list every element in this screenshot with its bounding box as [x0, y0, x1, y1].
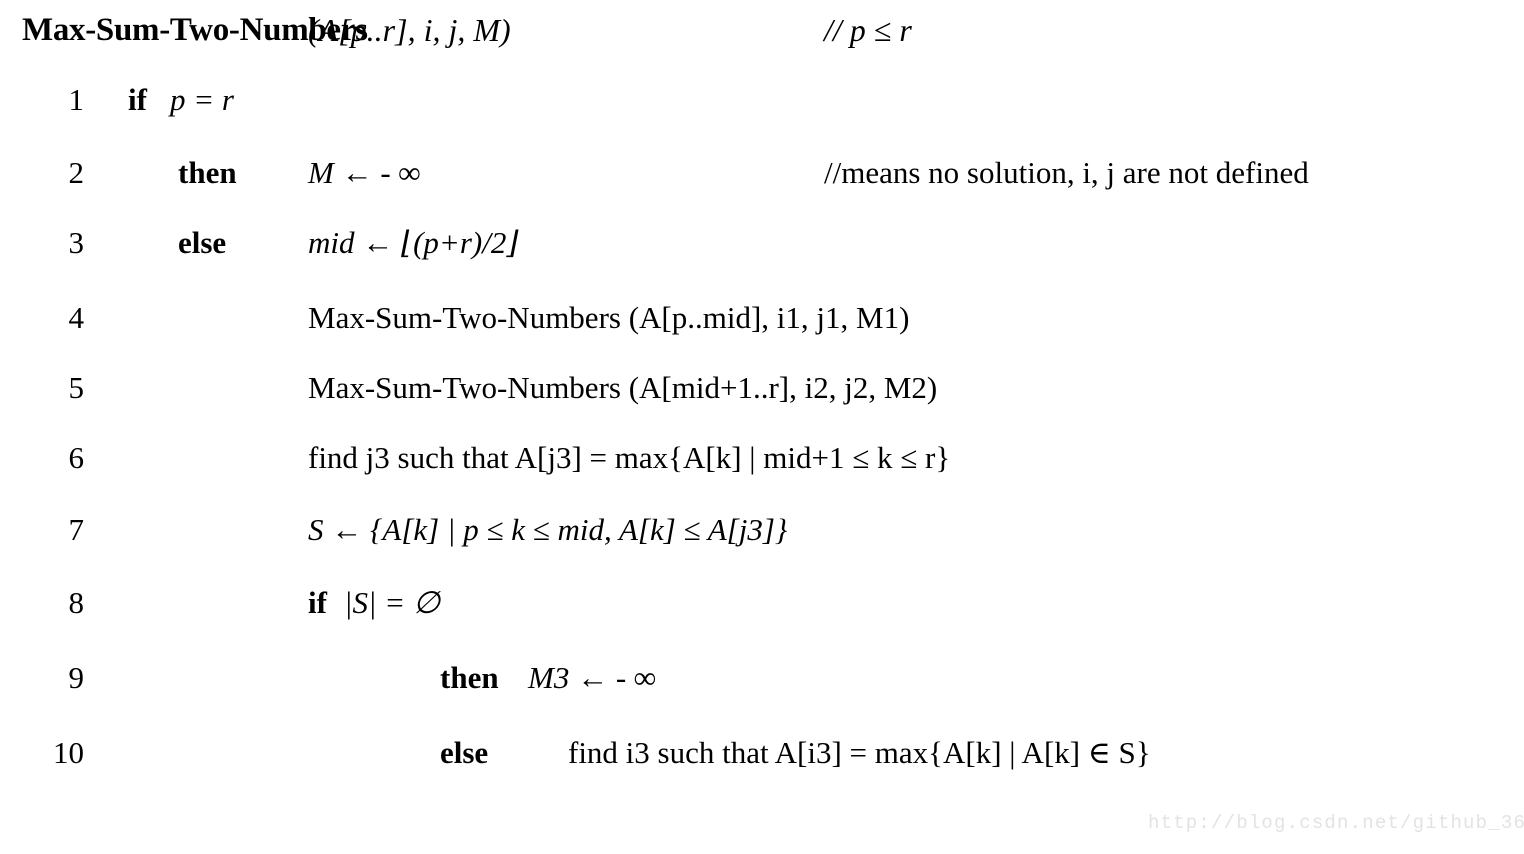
statement-body: M3 ← - ∞	[528, 660, 656, 695]
condition-expression: p = r	[170, 82, 234, 117]
code-line: 3 else mid ← ⌊(p+r)/2⌋	[0, 225, 1524, 281]
statement-body: find j3 such that A[j3] = max{A[k] | mid…	[308, 440, 951, 475]
code-line: 4 Max-Sum-Two-Numbers (A[p..mid], i1, j1…	[0, 300, 1524, 356]
keyword-if: if	[308, 585, 327, 620]
line-number: 7	[68, 512, 85, 547]
code-line: 5 Max-Sum-Two-Numbers (A[mid+1..r], i2, …	[0, 370, 1524, 426]
statement-body: S ← {A[k] | p ≤ k ≤ mid, A[k] ≤ A[j3]}	[308, 512, 788, 547]
algorithm-parameters: (A[p..r], i, j, M)	[308, 12, 511, 48]
code-line: 9 then M3 ← - ∞	[0, 660, 1524, 716]
keyword-if: if	[128, 82, 147, 117]
line-number: 8	[68, 585, 85, 620]
statement-body: M ← - ∞	[308, 155, 421, 190]
watermark-url: http://blog.csdn.net/github_36326955	[1148, 812, 1524, 834]
algorithm-title-comment: // p ≤ r	[824, 12, 912, 48]
recursive-call-statement: Max-Sum-Two-Numbers (A[mid+1..r], i2, j2…	[308, 370, 938, 405]
keyword-then: then	[178, 155, 237, 190]
line-number: 2	[68, 155, 85, 190]
recursive-call-statement: Max-Sum-Two-Numbers (A[p..mid], i1, j1, …	[308, 300, 910, 335]
line-number: 4	[68, 300, 85, 335]
code-line: 8 if |S| = ∅	[0, 585, 1524, 641]
code-line: 10 else find i3 such that A[i3] = max{A[…	[0, 735, 1524, 791]
condition-expression: |S| = ∅	[344, 585, 440, 620]
line-comment: //means no solution, i, j are not define…	[824, 155, 1309, 190]
keyword-then: then	[440, 660, 499, 695]
line-number: 9	[68, 660, 85, 695]
statement-body: find i3 such that A[i3] = max{A[k] | A[k…	[568, 735, 1151, 770]
pseudocode-figure: Max-Sum-Two-Numbers (A[p..r], i, j, M) /…	[0, 0, 1524, 854]
code-line: 6 find j3 such that A[j3] = max{A[k] | m…	[0, 440, 1524, 496]
code-line: 2 then M ← - ∞ //means no solution, i, j…	[0, 155, 1524, 211]
line-number: 5	[68, 370, 85, 405]
code-line: 7 S ← {A[k] | p ≤ k ≤ mid, A[k] ≤ A[j3]}	[0, 512, 1524, 568]
statement-body: mid ← ⌊(p+r)/2⌋	[308, 225, 519, 260]
line-number: 3	[68, 225, 85, 260]
algorithm-title-row: Max-Sum-Two-Numbers (A[p..r], i, j, M) /…	[0, 12, 1524, 64]
line-number: 6	[68, 440, 85, 475]
line-number: 1	[68, 82, 85, 117]
code-line: 1 if p = r	[0, 82, 1524, 138]
keyword-else: else	[440, 735, 489, 770]
line-number: 10	[53, 735, 84, 770]
keyword-else: else	[178, 225, 227, 260]
